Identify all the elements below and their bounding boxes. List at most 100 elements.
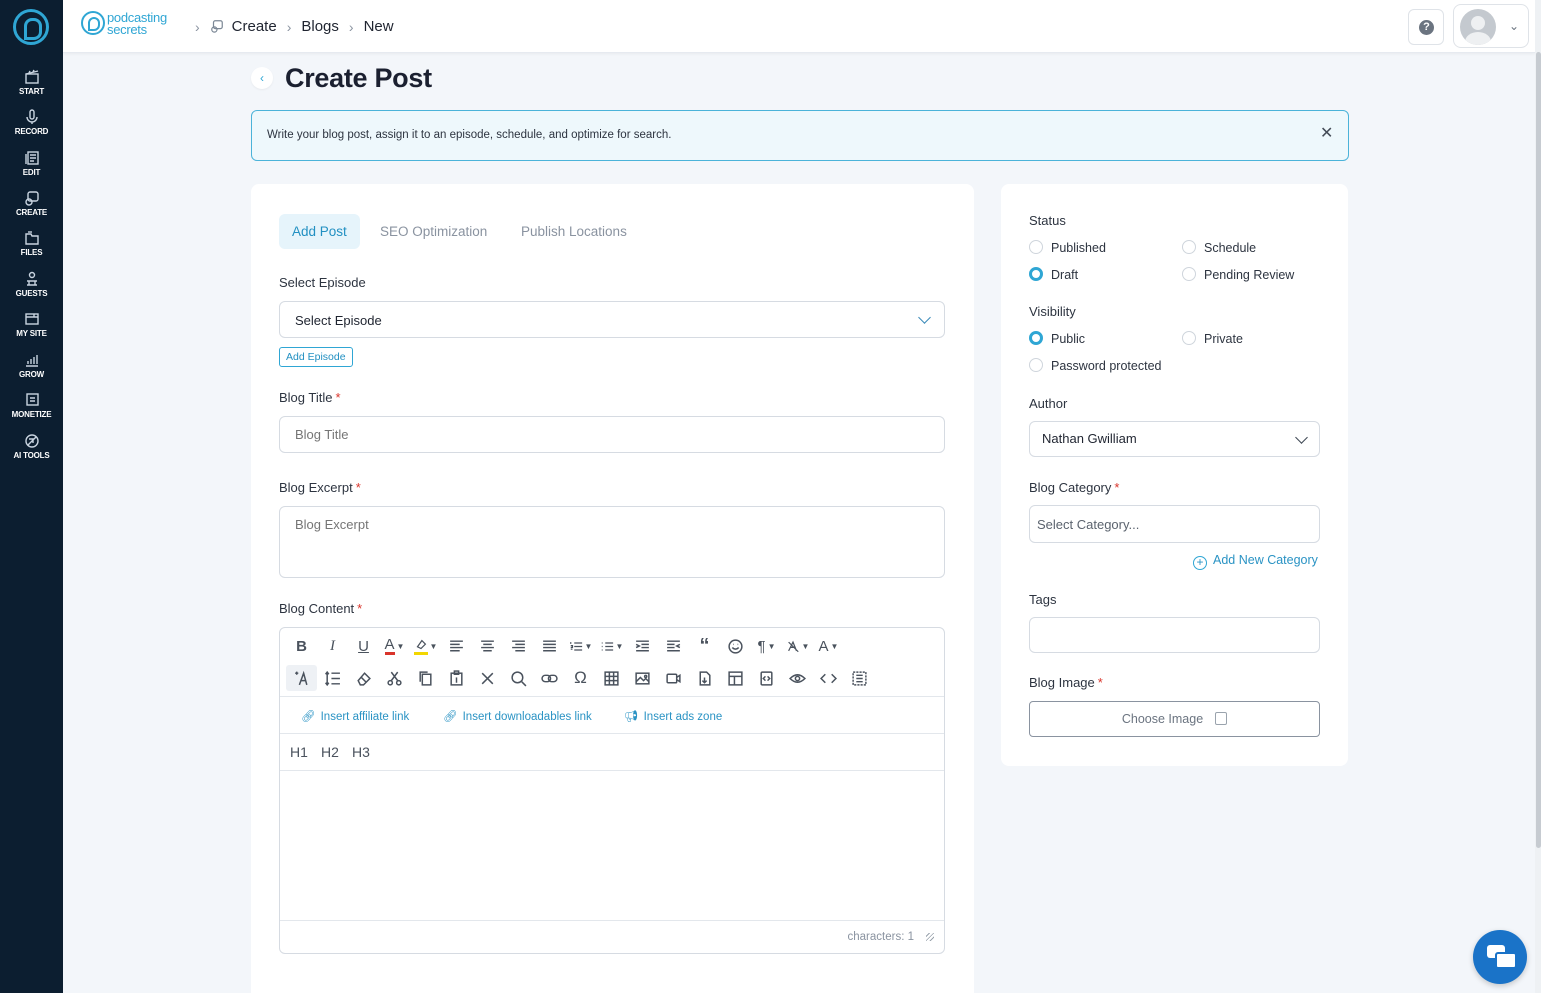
heading-3-button[interactable]: H3: [352, 744, 370, 760]
insert-downloadables-link-label: Insert downloadables link: [462, 711, 592, 723]
remove-icon[interactable]: [472, 665, 503, 691]
sidebar-item-guests[interactable]: GUESTS: [0, 271, 63, 298]
episode-select[interactable]: Select Episode: [279, 301, 945, 338]
heading-2-button[interactable]: H2: [321, 744, 339, 760]
sidebar-item-edit[interactable]: EDIT: [0, 150, 63, 177]
plus-circle-icon: +: [1193, 556, 1207, 570]
embed-icon[interactable]: [751, 665, 782, 691]
rich-text-editor: B I U A ▼ ▼ ▼ ▼ “ ¶ ▼ ▼ A ▼ Ω 🔗︎ Insert …: [279, 627, 945, 954]
tags-input[interactable]: [1029, 617, 1320, 653]
link-icon[interactable]: [534, 665, 565, 691]
editor-status-bar: characters: 1: [280, 920, 944, 953]
help-button[interactable]: ?: [1408, 9, 1444, 45]
insert-downloadables-link[interactable]: 🔗︎ Insert downloadables link: [443, 709, 592, 723]
insert-ads-zone-label: Insert ads zone: [643, 711, 723, 723]
quote-icon[interactable]: “: [689, 633, 720, 659]
preview-icon[interactable]: [782, 665, 813, 691]
question-icon: ?: [1419, 20, 1434, 35]
clapperboard-icon: [24, 69, 40, 85]
highlight-color-icon[interactable]: ▼: [410, 633, 441, 659]
clear-format-icon[interactable]: ▼: [782, 633, 813, 659]
indent-icon[interactable]: [627, 633, 658, 659]
bold-icon[interactable]: B: [286, 633, 317, 659]
page-scrollbar[interactable]: [1535, 0, 1541, 993]
sidebar-item-files[interactable]: FILES: [0, 230, 63, 257]
add-episode-button[interactable]: Add Episode: [279, 347, 353, 367]
special-char-icon[interactable]: Ω: [565, 665, 596, 691]
sidebar-item-my-site[interactable]: MY SITE: [0, 311, 63, 338]
user-menu-button[interactable]: ⌄: [1453, 4, 1529, 48]
blog-title-input[interactable]: [279, 416, 945, 453]
emoji-icon[interactable]: [720, 633, 751, 659]
search-icon[interactable]: [503, 665, 534, 691]
template-icon[interactable]: [720, 665, 751, 691]
paste-icon[interactable]: [441, 665, 472, 691]
author-select-value: Nathan Gwilliam: [1042, 431, 1137, 446]
sidebar-item-record[interactable]: RECORD: [0, 109, 63, 136]
heading-shortcuts: H1 H2 H3: [280, 734, 944, 771]
font-size-icon[interactable]: A ▼: [813, 633, 844, 659]
category-select[interactable]: Select Category...: [1029, 505, 1320, 543]
cut-icon[interactable]: [379, 665, 410, 691]
tab-publish-locations[interactable]: Publish Locations: [508, 214, 640, 249]
insert-ads-zone[interactable]: 📢︎ Insert ads zone: [624, 709, 722, 723]
choose-image-button[interactable]: Choose Image: [1029, 701, 1320, 737]
unordered-list-icon[interactable]: ▼: [596, 633, 627, 659]
back-button[interactable]: ‹: [251, 67, 273, 89]
video-icon[interactable]: [658, 665, 689, 691]
resize-handle-icon[interactable]: [926, 933, 934, 941]
breadcrumb-separator-icon: ›: [348, 18, 354, 35]
character-count: characters: 1: [847, 931, 914, 943]
sidebar-item-monetize[interactable]: MONETIZE: [0, 392, 63, 419]
app-logo-icon[interactable]: [13, 9, 49, 45]
line-height-icon[interactable]: [317, 665, 348, 691]
ordered-list-icon[interactable]: ▼: [565, 633, 596, 659]
file-icon[interactable]: [689, 665, 720, 691]
edit-document-icon: [24, 150, 40, 166]
breadcrumb-create[interactable]: Create: [232, 18, 277, 35]
ai-write-icon[interactable]: [286, 665, 317, 691]
radio-label: Private: [1204, 332, 1243, 346]
underline-icon[interactable]: U: [348, 633, 379, 659]
tab-seo-optimization[interactable]: SEO Optimization: [367, 214, 500, 249]
image-icon[interactable]: [627, 665, 658, 691]
select-all-icon[interactable]: [844, 665, 875, 691]
brand-logo[interactable]: podcasting secrets: [81, 10, 181, 39]
blog-excerpt-input[interactable]: [279, 506, 945, 578]
align-justify-icon[interactable]: [534, 633, 565, 659]
close-icon[interactable]: ✕: [1320, 123, 1333, 143]
eraser-icon[interactable]: [348, 665, 379, 691]
text-color-icon[interactable]: A ▼: [379, 633, 410, 659]
brand-name-bottom: secrets: [107, 22, 147, 37]
blog-title-label: Blog Title *: [279, 390, 341, 405]
tab-add-post[interactable]: Add Post: [279, 214, 360, 249]
italic-icon[interactable]: I: [317, 633, 348, 659]
outdent-icon[interactable]: [658, 633, 689, 659]
paragraph-format-icon[interactable]: ¶ ▼: [751, 633, 782, 659]
sidebar-item-ai-tools[interactable]: AI TOOLS: [0, 433, 63, 460]
microphone-icon: [24, 109, 40, 125]
growth-chart-icon: [24, 352, 40, 368]
sidebar-item-grow[interactable]: GROW: [0, 352, 63, 379]
chat-support-button[interactable]: [1473, 930, 1527, 984]
align-center-icon[interactable]: [472, 633, 503, 659]
heading-1-button[interactable]: H1: [290, 744, 308, 760]
breadcrumb-blogs[interactable]: Blogs: [301, 18, 339, 35]
insert-affiliate-link[interactable]: 🔗︎ Insert affiliate link: [301, 709, 409, 723]
table-icon[interactable]: [596, 665, 627, 691]
source-code-icon[interactable]: [813, 665, 844, 691]
align-right-icon[interactable]: [503, 633, 534, 659]
author-select[interactable]: Nathan Gwilliam: [1029, 421, 1320, 457]
add-new-category-button[interactable]: + Add New Category: [1193, 553, 1318, 570]
editor-content-area[interactable]: [280, 771, 944, 920]
align-left-icon[interactable]: [441, 633, 472, 659]
breadcrumb: › Create › Blogs › New: [185, 18, 394, 35]
sidebar-item-create[interactable]: CREATE: [0, 190, 63, 217]
visibility-label: Visibility: [1029, 304, 1076, 319]
sidebar-item-start[interactable]: START: [0, 69, 63, 96]
status-label: Status: [1029, 213, 1066, 228]
copy-icon[interactable]: [410, 665, 441, 691]
blog-image-label-text: Blog Image: [1029, 675, 1095, 690]
choose-image-label: Choose Image: [1121, 712, 1204, 726]
scrollbar-thumb[interactable]: [1536, 52, 1541, 848]
